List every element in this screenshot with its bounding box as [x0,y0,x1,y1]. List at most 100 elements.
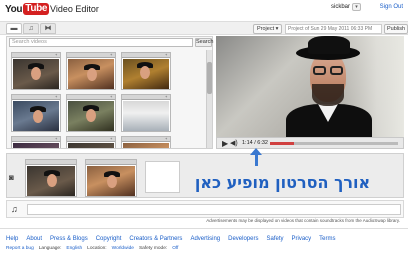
video-thumbnail[interactable]: + [66,94,116,132]
thumbnail-image [68,59,114,89]
search-button[interactable]: Search [195,38,213,47]
add-icon[interactable]: + [110,137,114,141]
toolbar: ▬ ♫ ⧓ Project ▾ Project of Sun 29 May 20… [0,21,408,35]
video-camera-icon[interactable]: ▬ [6,23,22,34]
audio-track-row: ♫ [6,200,404,218]
sign-out-link[interactable]: Sign Out [380,4,403,10]
thumbnail-bar: + [12,95,60,100]
footer: Help About Press & Blogs Copyright Creat… [0,228,408,253]
location-select[interactable]: Worldwide [112,246,134,251]
thumbnail-bar: + [67,95,115,100]
footer-link-copyright[interactable]: Copyright [96,236,122,242]
project-name-input[interactable]: Project of Sun 29 May 2011 06:33 PM [285,24,382,34]
logo-you-text: You [5,3,23,15]
clip-bar [26,160,76,165]
footer-link-developers[interactable]: Developers [228,236,258,242]
thumbnail-image [68,101,114,131]
add-icon[interactable]: + [110,53,114,57]
video-thumbnail[interactable]: + [121,94,171,132]
preview-hat-top [308,36,350,54]
thumbnail-bar: + [122,95,170,100]
user-menu-dropdown-icon[interactable]: ▾ [352,3,361,11]
volume-icon[interactable]: ◀) [230,139,238,148]
language-select[interactable]: English [66,246,82,251]
music-note-icon: ♫ [11,204,18,214]
thumbnail-image [123,101,169,131]
add-icon[interactable]: + [165,137,169,141]
video-thumbnail[interactable]: + [11,136,61,148]
footer-link-advertising[interactable]: Advertising [190,236,220,242]
thumbnail-bar: + [122,53,170,58]
footer-link-safety[interactable]: Safety [266,236,283,242]
thumbnail-bar: + [12,137,60,142]
project-menu-button[interactable]: Project ▾ [253,24,283,34]
report-bug-link[interactable]: Report a bug [6,246,34,251]
empty-clip-slot[interactable] [145,161,180,193]
add-icon[interactable]: + [110,95,114,99]
seek-bar[interactable] [270,142,398,145]
video-thumbnail[interactable]: + [11,94,61,132]
transition-icon[interactable]: ⧓ [40,23,56,34]
annotation-text: אורך הסרטון מופיע כאן [194,173,371,192]
thumbnail-image [68,143,114,148]
clip-bar [86,160,136,165]
search-input[interactable]: Search videos [9,38,193,47]
safety-mode-label: Safety mode: [138,246,168,251]
video-thumbnail[interactable]: + [121,136,171,148]
thumbnail-bar: + [67,53,115,58]
thumbnail-bar: + [122,137,170,142]
language-label: Language: [38,246,62,251]
logo-tube-text: Tube [23,3,50,15]
video-thumbnail[interactable]: + [11,52,61,90]
video-thumbnail[interactable]: + [66,52,116,90]
thumbnail-image [13,101,59,131]
music-note-icon[interactable]: ♫ [23,23,39,34]
header: You Tube Video Editor sickbar ▾ Sign Out [0,0,408,20]
footer-link-about[interactable]: About [26,236,42,242]
thumbnail-image [13,143,59,148]
preview-glasses-left [313,66,326,75]
thumbnail-image [13,59,59,89]
preview-glasses-right [330,66,343,75]
footer-link-help[interactable]: Help [6,236,18,242]
annotation-arrow-head [250,148,262,155]
audio-track[interactable] [27,204,401,215]
video-thumbnail[interactable]: + [66,136,116,148]
footer-link-terms[interactable]: Terms [319,236,335,242]
app-title: Video Editor [50,4,99,14]
thumbnail-image [123,59,169,89]
video-preview[interactable] [216,36,404,137]
timeline-clip[interactable] [25,159,77,197]
scrollbar-thumb[interactable] [207,62,212,94]
thumbnail-bar: + [12,53,60,58]
username[interactable]: sickbar [331,4,350,10]
publish-button[interactable]: Publish [384,24,408,34]
video-track-icon: ◙ [9,173,14,182]
clip-image [87,166,135,196]
play-icon[interactable]: ▶ [222,139,228,148]
seek-bar-progress [270,142,295,145]
video-thumbnail[interactable]: + [121,52,171,90]
safety-mode-select[interactable]: Off [172,246,178,251]
player-controls: ▶ ◀) 1:14 / 6:32 [216,137,404,149]
audioswap-disclaimer: Advertisements may be displayed on video… [206,218,400,223]
footer-link-press[interactable]: Press & Blogs [50,236,88,242]
add-icon[interactable]: + [165,53,169,57]
add-icon[interactable]: + [165,95,169,99]
thumbnail-bar: + [67,137,115,142]
footer-link-privacy[interactable]: Privacy [292,236,312,242]
time-display: 1:14 / 6:32 [242,140,268,146]
timeline-clip[interactable] [85,159,137,197]
location-label: Location: [87,246,107,251]
preview-person-beard [312,84,344,106]
add-icon[interactable]: + [55,53,59,57]
add-icon[interactable]: + [55,137,59,141]
media-scrollbar[interactable] [206,50,212,148]
video-grid: + + + + + + + + + [9,50,204,148]
media-panel: Search videos Search + + + + + + + + + [6,36,213,149]
footer-link-creators[interactable]: Creators & Partners [129,236,182,242]
add-icon[interactable]: + [55,95,59,99]
footer-meta: Report a bug Language: English Location:… [6,246,179,251]
thumbnail-image [123,143,169,148]
youtube-logo[interactable]: You Tube [5,3,50,15]
